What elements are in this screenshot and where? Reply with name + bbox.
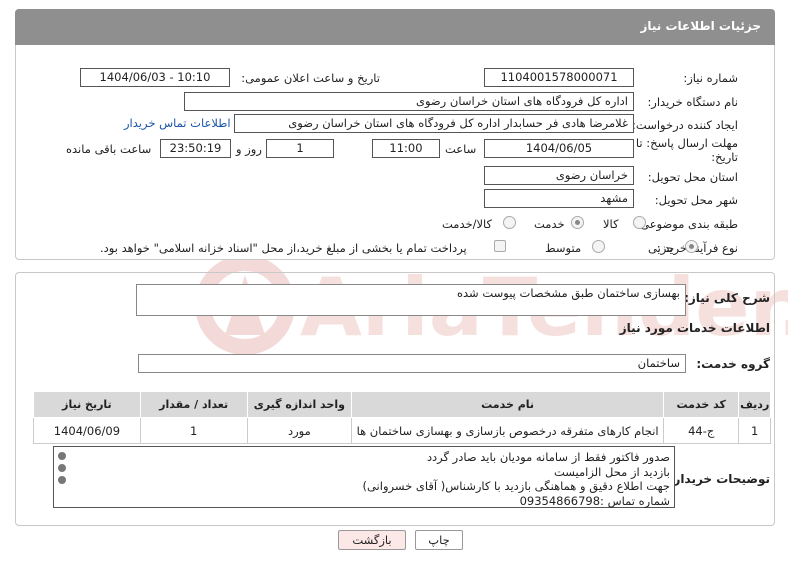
cell-qty: 1	[139, 417, 248, 444]
deadline-label-line2: تاریخ:	[711, 150, 738, 164]
need-number-label: شماره نیاز:	[683, 71, 738, 85]
purchase-medium-radio[interactable]	[592, 240, 605, 253]
col-row: ردیف	[738, 391, 771, 418]
purchase-minor-radio[interactable]	[685, 240, 698, 253]
col-name: نام خدمت	[351, 391, 665, 418]
scroll-dot-icon	[58, 476, 66, 484]
treasury-checkbox[interactable]	[494, 240, 506, 252]
col-qty: تعداد / مقدار	[139, 391, 248, 418]
buyer-contact-link[interactable]: اطلاعات تماس خریدار	[124, 116, 231, 130]
col-date: تاریخ نیاز	[33, 391, 141, 418]
requester-field: غلامرضا هادی فر حسابدار اداره کل فرودگاه…	[234, 114, 634, 133]
deadline-date-field: 1404/06/05	[484, 139, 634, 158]
city-label: شهر محل تحویل:	[654, 193, 738, 207]
need-number-field: 1104001578000071	[484, 68, 634, 87]
buyer-notes-label: توضیحات خریدار:	[668, 472, 770, 486]
announce-datetime-field: 1404/06/03 - 10:10	[80, 68, 230, 87]
service-group-field: ساختمان	[138, 354, 686, 373]
cell-name: انجام کارهای متفرقه درخصوص بازسازی و بهس…	[351, 417, 665, 444]
city-field: مشهد	[484, 189, 634, 208]
cell-unit: مورد	[246, 417, 353, 444]
province-field: خراسان رضوی	[484, 166, 634, 185]
buyer-org-label: نام دستگاه خریدار:	[647, 95, 738, 109]
cell-code: ج-44	[663, 417, 740, 444]
cell-row: 1	[738, 417, 771, 444]
category-goods-radio[interactable]	[633, 216, 646, 229]
table-header-row: ردیف کد خدمت نام خدمت واحد اندازه گیری ت…	[33, 391, 771, 418]
scroll-dot-icon	[58, 452, 66, 460]
remaining-time-field: 23:50:19	[160, 139, 231, 158]
remaining-time-label: ساعت باقی مانده	[66, 142, 152, 156]
days-remaining-field: 1	[266, 139, 334, 158]
scroll-dot-icon	[58, 464, 66, 472]
purchase-minor-label: جزیی	[648, 241, 675, 255]
requester-label: ایجاد کننده درخواست:	[632, 118, 738, 132]
services-table: ردیف کد خدمت نام خدمت واحد اندازه گیری ت…	[33, 391, 771, 444]
table-row: 1 ج-44 انجام کارهای متفرقه درخصوص بازساز…	[33, 417, 771, 444]
cell-date: 1404/06/09	[33, 417, 141, 444]
category-goods-label: کالا	[603, 217, 619, 231]
col-unit: واحد اندازه گیری	[246, 391, 353, 418]
services-section-title: اطلاعات خدمات مورد نیاز	[619, 321, 770, 335]
days-label: روز و	[236, 142, 262, 156]
announce-datetime-label: تاریخ و ساعت اعلان عمومی:	[241, 71, 380, 85]
deadline-label-line1: مهلت ارسال پاسخ: تا	[635, 136, 738, 150]
category-service-label: خدمت	[534, 217, 565, 231]
category-label: طبقه بندی موضوعی:	[636, 217, 738, 231]
page-title: جزئیات اطلاعات نیاز	[640, 19, 761, 33]
buyer-org-field: اداره کل فرودگاه های استان خراسان رضوی	[184, 92, 634, 111]
buyer-notes-text: صدور فاکتور فقط از سامانه مودیان باید صا…	[362, 450, 670, 508]
category-goods-service-radio[interactable]	[503, 216, 516, 229]
notes-scrollbar[interactable]	[55, 448, 69, 506]
category-goods-service-label: کالا/خدمت	[442, 217, 493, 231]
summary-label: شرح کلی نیاز:	[684, 291, 770, 305]
deadline-time-field: 11:00	[372, 139, 440, 158]
panel-header: جزئیات اطلاعات نیاز	[15, 9, 775, 45]
category-service-radio[interactable]	[571, 216, 584, 229]
purchase-medium-label: متوسط	[545, 241, 582, 255]
back-button[interactable]: بازگشت	[338, 530, 406, 550]
col-code: کد خدمت	[663, 391, 740, 418]
service-group-label: گروه خدمت:	[696, 357, 770, 371]
treasury-note: پرداخت تمام یا بخشی از مبلغ خرید،از محل …	[100, 241, 467, 255]
province-label: استان محل تحویل:	[647, 170, 738, 184]
deadline-time-label: ساعت	[445, 142, 477, 156]
buyer-notes-textarea[interactable]: صدور فاکتور فقط از سامانه مودیان باید صا…	[53, 446, 675, 508]
summary-textarea[interactable]: بهسازی ساختمان طبق مشخصات پیوست شده	[136, 284, 686, 316]
print-button[interactable]: چاپ	[415, 530, 463, 550]
